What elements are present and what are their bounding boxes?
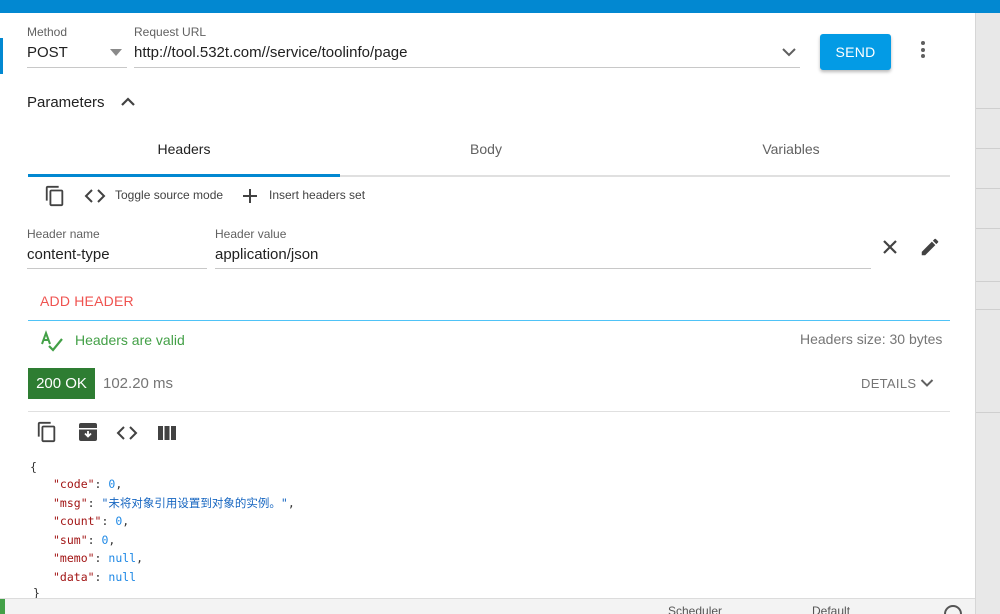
tab-headers[interactable]: Headers <box>28 141 340 157</box>
bottom-fragment-scheduler: Scheduler <box>668 604 723 614</box>
header-name-underline <box>27 268 207 269</box>
spellcheck-icon <box>40 330 64 352</box>
method-label: Method <box>27 25 68 39</box>
json-line: "sum": 0, <box>53 533 116 547</box>
headers-size-text: Headers size: 30 bytes <box>800 331 943 347</box>
url-underline <box>134 67 800 68</box>
headers-section-divider <box>28 320 950 321</box>
header-value-label: Header value <box>215 227 287 241</box>
plus-icon[interactable] <box>242 188 258 204</box>
response-time: 102.20 ms <box>103 375 174 392</box>
tab-variables[interactable]: Variables <box>642 141 940 157</box>
dropdown-arrow-icon[interactable] <box>110 49 122 56</box>
columns-icon[interactable] <box>157 425 177 441</box>
json-line: "memo": null, <box>53 551 144 565</box>
tab-body[interactable]: Body <box>340 141 632 157</box>
code-icon[interactable] <box>116 424 138 442</box>
send-button[interactable]: SEND <box>820 34 891 70</box>
chevron-down-icon[interactable] <box>920 378 934 388</box>
toggle-source-mode-button[interactable]: Toggle source mode <box>115 188 223 202</box>
details-button[interactable]: DETAILS <box>861 376 916 391</box>
close-icon[interactable] <box>882 239 898 255</box>
insert-headers-set-button[interactable]: Insert headers set <box>269 188 365 202</box>
more-vert-icon[interactable] <box>919 41 927 61</box>
header-name-label: Header name <box>27 227 100 241</box>
left-accent <box>0 38 3 74</box>
json-line: "data": null <box>53 570 137 584</box>
header-value-underline <box>215 268 871 269</box>
method-underline <box>27 67 127 68</box>
chevron-up-icon[interactable] <box>120 96 136 108</box>
copy-icon[interactable] <box>36 421 58 443</box>
header-value-input[interactable]: application/json <box>215 246 318 263</box>
circle-icon[interactable] <box>944 605 962 614</box>
details-label: DETAILS <box>861 376 917 391</box>
url-input[interactable]: http://tool.532t.com//service/toolinfo/p… <box>134 44 408 61</box>
parameters-title: Parameters <box>27 94 105 111</box>
archive-icon[interactable] <box>78 422 98 442</box>
chevron-down-icon[interactable] <box>781 46 797 58</box>
bottom-status-bar: Scheduler Default <box>0 598 975 614</box>
method-select[interactable]: POST <box>27 44 68 61</box>
json-line: "msg": "未将对象引用设置到对象的实例。", <box>53 496 295 510</box>
code-icon[interactable] <box>84 187 106 205</box>
add-header-button[interactable]: ADD HEADER <box>40 293 134 309</box>
window-top-bar <box>0 0 1000 13</box>
copy-icon[interactable] <box>44 185 66 207</box>
response-divider <box>28 411 950 412</box>
tab-active-indicator <box>28 174 340 177</box>
url-label: Request URL <box>134 25 207 39</box>
edit-icon[interactable] <box>919 236 941 258</box>
headers-valid-text: Headers are valid <box>75 332 185 348</box>
bottom-accent <box>0 599 5 614</box>
right-gutter <box>975 13 1000 614</box>
status-badge: 200 OK <box>28 368 95 399</box>
json-open-brace: { <box>30 460 37 474</box>
json-line: "count": 0, <box>53 514 130 528</box>
header-name-input[interactable]: content-type <box>27 246 110 263</box>
bottom-fragment-default: Default <box>812 604 851 614</box>
json-line: "code": 0, <box>53 477 123 491</box>
